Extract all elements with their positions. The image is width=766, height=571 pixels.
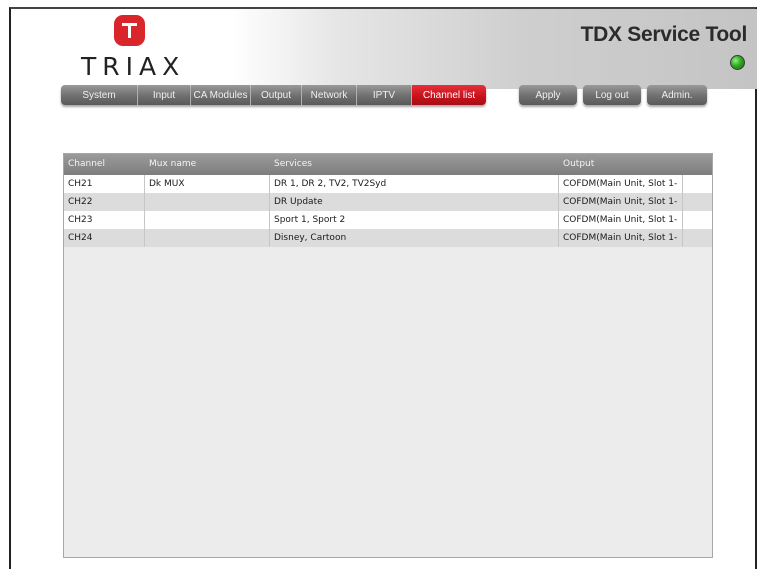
cell-services: Sport 1, Sport 2 <box>270 211 559 229</box>
brand-logo-text: TRIAX <box>81 52 186 81</box>
header-band: TDX Service Tool <box>231 9 757 89</box>
cell-mux-name <box>145 229 270 247</box>
tab-network[interactable]: Network <box>302 85 357 105</box>
cell-extra <box>683 175 712 193</box>
cell-extra <box>683 229 712 247</box>
cell-channel: CH22 <box>64 193 145 211</box>
tab-channel-list[interactable]: Channel list <box>412 85 486 105</box>
table-row[interactable]: CH23 Sport 1, Sport 2 COFDM(Main Unit, S… <box>64 211 712 229</box>
cell-extra <box>683 193 712 211</box>
cell-services: Disney, Cartoon <box>270 229 559 247</box>
tab-system[interactable]: System <box>61 85 138 105</box>
main-nav: System Input CA Modules Output Network I… <box>61 85 486 105</box>
tab-input[interactable]: Input <box>138 85 191 105</box>
cell-output: COFDM(Main Unit, Slot 1- <box>559 193 683 211</box>
column-header-output[interactable]: Output <box>559 154 683 175</box>
cell-services: DR 1, DR 2, TV2, TV2Syd <box>270 175 559 193</box>
cell-output: COFDM(Main Unit, Slot 1- <box>559 211 683 229</box>
cell-channel: CH21 <box>64 175 145 193</box>
cell-output: COFDM(Main Unit, Slot 1- <box>559 229 683 247</box>
table-row[interactable]: CH21 Dk MUX DR 1, DR 2, TV2, TV2Syd COFD… <box>64 175 712 193</box>
app-window: TDX Service Tool TRIAX System Input CA M… <box>9 7 757 569</box>
apply-button[interactable]: Apply <box>519 85 577 105</box>
cell-channel: CH23 <box>64 211 145 229</box>
cell-channel: CH24 <box>64 229 145 247</box>
triax-logo-icon <box>114 15 145 46</box>
cell-output: COFDM(Main Unit, Slot 1- <box>559 175 683 193</box>
tab-output[interactable]: Output <box>251 85 302 105</box>
cell-services: DR Update <box>270 193 559 211</box>
column-header-channel[interactable]: Channel <box>64 154 145 175</box>
table-row[interactable]: CH24 Disney, Cartoon COFDM(Main Unit, Sl… <box>64 229 712 247</box>
tab-ca-modules[interactable]: CA Modules <box>191 85 251 105</box>
channel-list-table: Channel Mux name Services Output CH21 Dk… <box>63 153 713 558</box>
table-row[interactable]: CH22 DR Update COFDM(Main Unit, Slot 1- <box>64 193 712 211</box>
cell-extra <box>683 211 712 229</box>
column-header-services[interactable]: Services <box>270 154 559 175</box>
admin-button[interactable]: Admin. <box>647 85 707 105</box>
app-title: TDX Service Tool <box>580 23 748 46</box>
cell-mux-name: Dk MUX <box>145 175 270 193</box>
cell-mux-name <box>145 211 270 229</box>
logo-t-stem <box>128 23 131 38</box>
log-out-button[interactable]: Log out <box>583 85 641 105</box>
cell-mux-name <box>145 193 270 211</box>
tab-iptv[interactable]: IPTV <box>357 85 412 105</box>
table-header: Channel Mux name Services Output <box>64 154 712 175</box>
status-led-icon <box>730 55 745 70</box>
column-header-mux-name[interactable]: Mux name <box>145 154 270 175</box>
